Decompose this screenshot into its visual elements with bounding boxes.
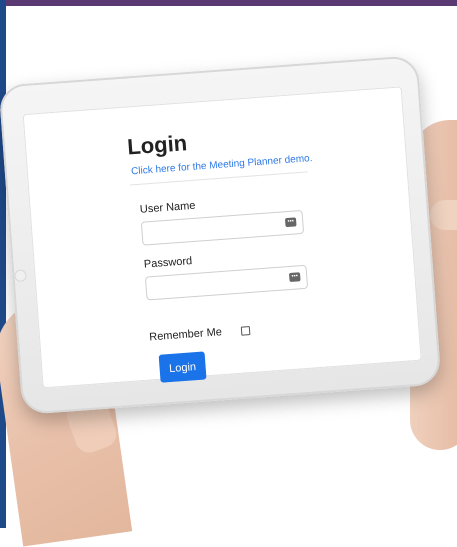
password-manager-icon[interactable]: ••• (284, 217, 297, 228)
tablet-home-button (14, 269, 27, 283)
password-input[interactable]: ••• (144, 264, 309, 301)
login-button[interactable]: Login (158, 351, 207, 383)
left-accent-bar (0, 0, 6, 528)
remember-me-label: Remember Me (148, 326, 223, 344)
tablet: Login Click here for the Meeting Planner… (0, 55, 442, 415)
username-input[interactable]: ••• (140, 209, 305, 246)
right-finger (430, 200, 457, 230)
remember-me-checkbox[interactable] (240, 326, 251, 336)
username-label: User Name (139, 199, 196, 216)
tablet-screen: Login Click here for the Meeting Planner… (22, 86, 422, 389)
password-manager-icon[interactable]: ••• (288, 272, 301, 283)
login-title: Login (126, 130, 188, 160)
top-accent-bar (0, 0, 457, 6)
password-label: Password (143, 255, 193, 271)
